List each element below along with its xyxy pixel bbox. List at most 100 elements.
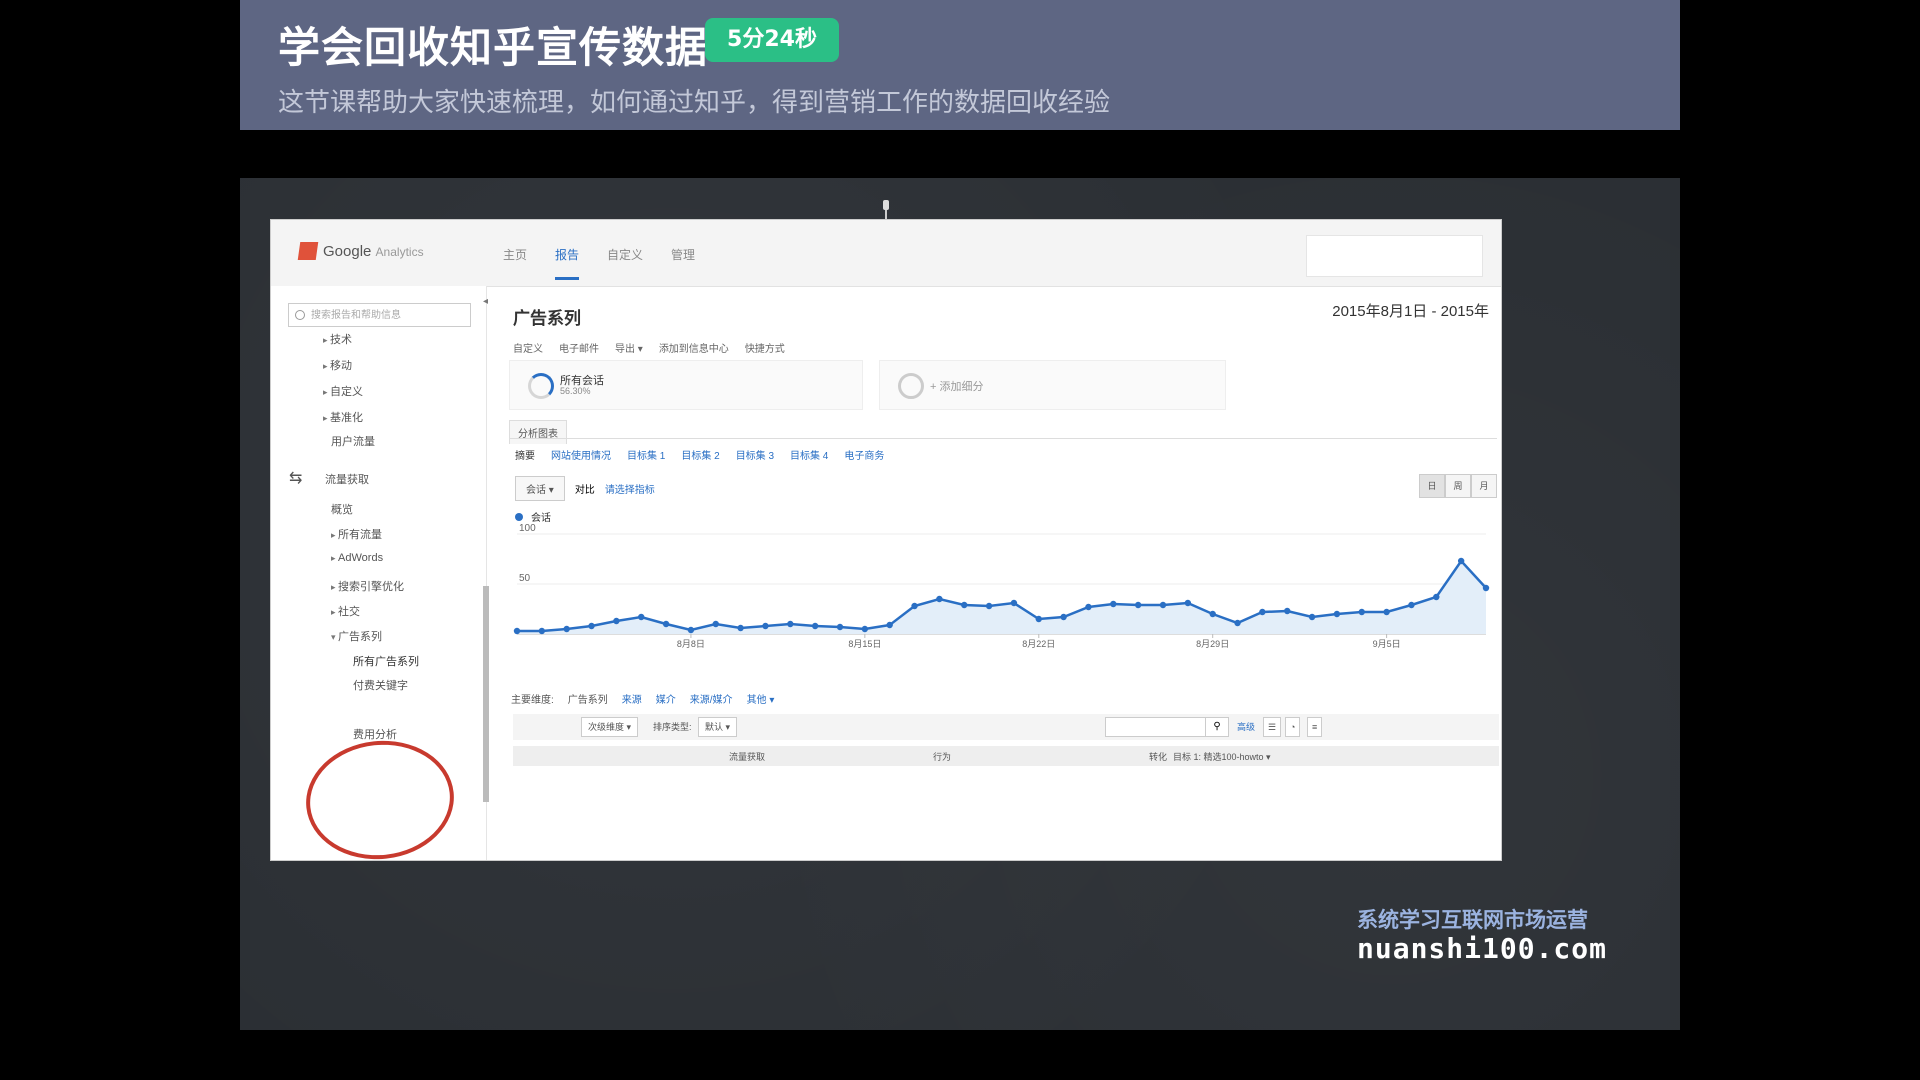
table-view-icon[interactable]: ☰	[1263, 717, 1282, 737]
th-conversion: 转化	[1149, 752, 1168, 762]
sort-type-select[interactable]: 默认 ▾	[698, 717, 738, 737]
sidebar-item-all-campaigns[interactable]: 所有广告系列	[353, 653, 419, 669]
account-selector[interactable]	[1306, 235, 1483, 277]
sidebar-item-custom[interactable]: 自定义	[323, 383, 363, 399]
sidebar-item-seo[interactable]: 搜索引擎优化	[331, 578, 404, 594]
data-point	[811, 622, 819, 630]
legend-dot-icon	[515, 512, 523, 521]
sidebar-item-benchmark[interactable]: 基准化	[323, 409, 363, 425]
view-month-button[interactable]: 月	[1471, 474, 1497, 498]
sidebar-search-input[interactable]: 搜索报告和帮助信息	[288, 303, 471, 327]
analytics-logo-icon	[297, 242, 319, 260]
data-point	[762, 622, 769, 630]
y-tick-label: 100	[519, 523, 536, 534]
nav-reports[interactable]: 报告	[555, 246, 580, 280]
sidebar-item-campaigns[interactable]: 广告系列	[331, 628, 382, 644]
sidebar-item-mobile[interactable]: 移动	[323, 357, 352, 373]
nav-home[interactable]: 主页	[503, 246, 527, 280]
toolbar-export[interactable]: 导出 ▾	[615, 340, 643, 355]
view-week-button[interactable]: 周	[1445, 474, 1471, 498]
data-point	[712, 620, 719, 628]
sidebar-item-all-traffic[interactable]: 所有流量	[331, 526, 382, 542]
data-point	[613, 617, 620, 625]
view-day-button[interactable]: 日	[1419, 474, 1445, 498]
data-point	[1308, 613, 1316, 621]
subtab-goal-set-4[interactable]: 目标集 4	[790, 447, 828, 462]
search-icon[interactable]: ⚲	[1205, 717, 1229, 737]
data-point	[513, 627, 521, 635]
sidebar-item-social[interactable]: 社交	[331, 603, 360, 619]
data-point	[1184, 599, 1192, 607]
date-range-picker[interactable]: 2015年8月1日 - 2015年	[1332, 300, 1489, 321]
lesson-title: 学会回收知乎宣传数据	[278, 23, 709, 72]
data-point	[1383, 608, 1390, 616]
dimension-other[interactable]: 其他 ▾	[747, 691, 775, 706]
dimension-campaign[interactable]: 广告系列	[568, 691, 608, 706]
primary-dimension-bar: 主要维度: 广告系列 来源 媒介 来源/媒介 其他 ▾	[511, 691, 774, 706]
x-tick-label: 8月15日	[848, 639, 881, 649]
pie-view-icon[interactable]: ◔	[1285, 717, 1301, 737]
secondary-dimension-select[interactable]: 次级维度 ▾	[581, 717, 639, 737]
metric-select[interactable]: 会话 ▾	[515, 476, 565, 501]
y-tick-label: 50	[519, 573, 531, 584]
sidebar-item-technology[interactable]: 技术	[323, 331, 352, 347]
data-point	[936, 595, 943, 603]
bar-view-icon[interactable]: ≡	[1307, 717, 1323, 737]
subtab-site-usage[interactable]: 网站使用情况	[551, 447, 611, 462]
segment-percent: 56.30%	[560, 386, 591, 396]
goal-select[interactable]: 目标 1: 精选100-howto ▾	[1173, 750, 1271, 763]
report-toolbar: 自定义 电子邮件 导出 ▾ 添加到信息中心 快捷方式	[513, 340, 785, 355]
add-segment-button[interactable]: + 添加细分	[879, 360, 1226, 410]
page-title: 广告系列	[513, 309, 581, 328]
sidebar-scrollbar[interactable]	[483, 586, 489, 802]
th-behavior: 行为	[933, 752, 952, 762]
red-highlight-circle	[300, 733, 460, 860]
subtab-ecommerce[interactable]: 电子商务	[844, 447, 884, 462]
primary-dimension-label: 主要维度:	[511, 695, 554, 706]
sidebar-item-user-flow[interactable]: 用户流量	[331, 433, 375, 449]
toolbar-customize[interactable]: 自定义	[513, 340, 543, 355]
ga-main: 广告系列 2015年8月1日 - 2015年 自定义 电子邮件 导出 ▾ 添加到…	[501, 286, 1501, 860]
data-point	[662, 620, 670, 628]
subtab-goal-set-2[interactable]: 目标集 2	[681, 447, 719, 462]
nav-customize[interactable]: 自定义	[607, 246, 643, 280]
ga-logo[interactable]: Google Analytics	[297, 242, 424, 260]
dimension-source[interactable]: 来源	[622, 691, 642, 706]
data-point	[1234, 619, 1241, 627]
data-point	[1482, 584, 1490, 592]
advanced-filter-link[interactable]: 高级	[1237, 720, 1255, 733]
explorer-subtabs: 摘要 网站使用情况 目标集 1 目标集 2 目标集 3 目标集 4 电子商务	[515, 447, 884, 462]
data-point	[687, 626, 695, 634]
subtab-goal-set-1[interactable]: 目标集 1	[627, 447, 665, 462]
data-point	[1134, 601, 1142, 609]
toolbar-add-dashboard[interactable]: 添加到信息中心	[659, 340, 729, 355]
sidebar-section-acquisition[interactable]: ⇆ 流量获取	[289, 470, 369, 488]
lesson-banner: 学会回收知乎宣传数据 5分24秒 这节课帮助大家快速梳理，如何通过知乎，得到营销…	[240, 0, 1680, 130]
compare-metric-link[interactable]: 请选择指标	[605, 481, 655, 496]
data-point	[1259, 608, 1266, 616]
subtab-goal-set-3[interactable]: 目标集 3	[736, 447, 774, 462]
dimension-source-medium[interactable]: 来源/媒介	[690, 691, 733, 706]
watermark-tagline: 系统学习互联网市场运营	[1357, 908, 1588, 932]
table-controls: 次级维度 ▾ 排序类型: 默认 ▾ ⚲ 高级 ☰ ◔ ≡	[513, 714, 1499, 740]
tab-divider	[509, 438, 1497, 439]
granularity-buttons: 日 周 月	[1419, 474, 1497, 498]
sessions-line-chart[interactable]: 50 100 8月8日 8月15日 8月22日 8月29日 9月5日	[501, 522, 1501, 672]
toolbar-shortcut[interactable]: 快捷方式	[745, 340, 785, 355]
sidebar-item-overview[interactable]: 概览	[331, 501, 353, 517]
subtab-summary[interactable]: 摘要	[515, 447, 535, 462]
sidebar-item-adwords[interactable]: AdWords	[331, 552, 383, 564]
segment-bar: 所有会话 56.30% + 添加细分	[509, 360, 1497, 414]
table-search-input[interactable]	[1105, 717, 1207, 737]
nav-admin[interactable]: 管理	[671, 246, 695, 280]
sidebar-item-cost-analysis[interactable]: 费用分析	[353, 726, 397, 742]
tab-explorer[interactable]: 分析图表	[509, 420, 567, 444]
sidebar-item-paid-keywords[interactable]: 付费关键字	[353, 677, 408, 693]
dimension-medium[interactable]: 媒介	[656, 691, 676, 706]
segment-all-sessions[interactable]: 所有会话 56.30%	[509, 360, 863, 410]
toolbar-email[interactable]: 电子邮件	[559, 340, 599, 355]
data-point	[1110, 600, 1117, 608]
ga-topbar: Google Analytics 主页 报告 自定义 管理	[271, 220, 1501, 287]
collapse-sidebar-icon[interactable]: ◂	[483, 296, 488, 307]
x-tick-label: 8月29日	[1196, 639, 1229, 649]
